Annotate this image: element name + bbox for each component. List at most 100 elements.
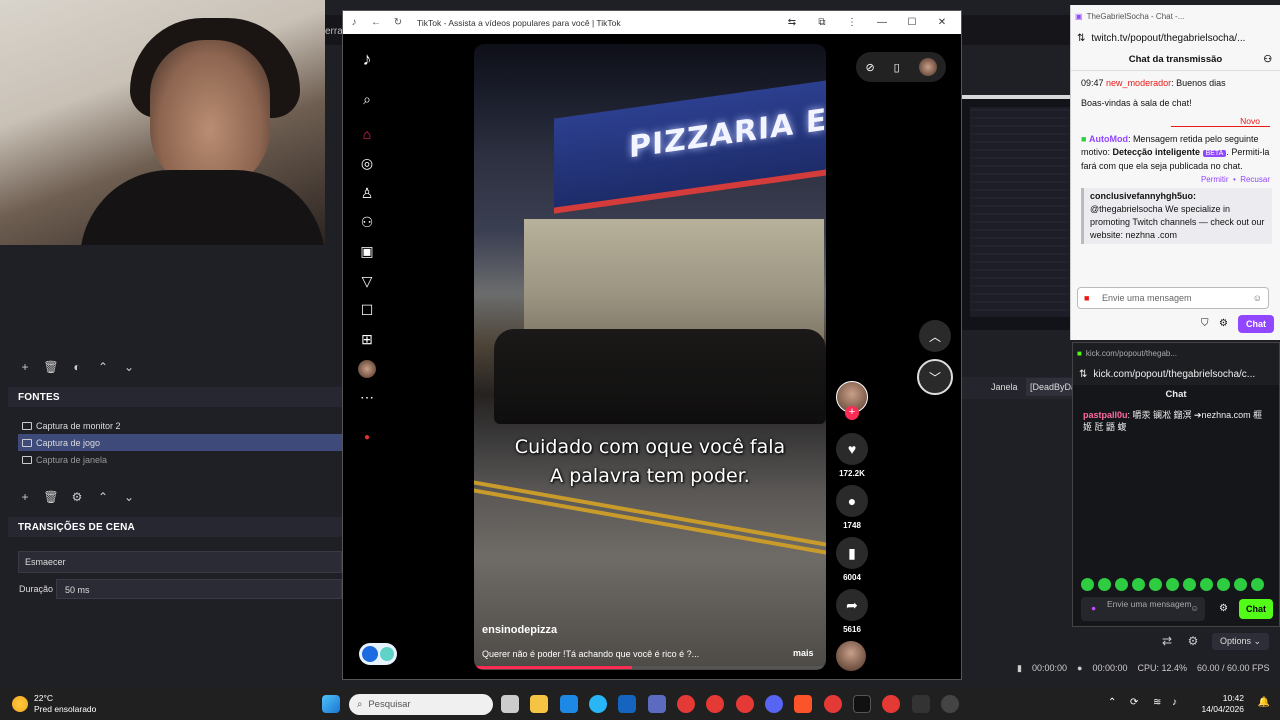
- task-view-icon[interactable]: [501, 695, 519, 713]
- windows-start-icon[interactable]: [322, 695, 340, 713]
- close-icon[interactable]: ✕: [927, 17, 957, 28]
- shield-icon[interactable]: ⛉: [1201, 318, 1209, 329]
- video-progress-bar[interactable]: [474, 666, 826, 669]
- chrome-icon[interactable]: [736, 695, 754, 713]
- chevron-up-icon[interactable]: ⌃: [1108, 697, 1116, 708]
- chrome-icon[interactable]: [706, 695, 724, 713]
- twitch-message-input[interactable]: ■ Envie uma mensagem ☺: [1077, 287, 1269, 309]
- chevron-down-icon[interactable]: ﹀: [917, 359, 953, 395]
- home-icon[interactable]: ⌂: [358, 125, 376, 143]
- search-icon[interactable]: ⌕: [358, 90, 376, 108]
- comment-icon[interactable]: ●: [836, 485, 868, 517]
- emote-icon[interactable]: [1217, 578, 1230, 591]
- twitch-chat-button[interactable]: Chat: [1238, 315, 1274, 333]
- site-info-icon[interactable]: ⇅: [1077, 33, 1085, 44]
- window-select[interactable]: [DeadByDay: [1026, 378, 1074, 396]
- emote-icon[interactable]: [1234, 578, 1247, 591]
- profile-avatar[interactable]: [358, 360, 376, 378]
- transition-select[interactable]: Esmaecer: [18, 551, 342, 573]
- twitch-url[interactable]: twitch.tv/popout/thegabrielsocha/...: [1091, 33, 1245, 44]
- filter-icon[interactable]: ◐: [70, 360, 84, 374]
- back-icon[interactable]: ←: [365, 17, 387, 28]
- messages-icon[interactable]: ▽: [358, 272, 376, 290]
- wifi-icon[interactable]: ≋: [1153, 697, 1161, 708]
- emote-icon[interactable]: [1251, 578, 1264, 591]
- chevron-down-icon[interactable]: ⌄: [122, 490, 136, 504]
- extensions-icon[interactable]: ⧉: [807, 17, 837, 28]
- save-action[interactable]: ▮ 6004: [836, 537, 868, 582]
- file-explorer-icon[interactable]: [530, 695, 548, 713]
- emote-icon[interactable]: [1183, 578, 1196, 591]
- comment-action[interactable]: ● 1748: [836, 485, 868, 530]
- discord-icon[interactable]: [765, 695, 783, 713]
- chevron-up-icon[interactable]: ⌃: [96, 360, 110, 374]
- trash-icon[interactable]: 🗑: [43, 490, 58, 504]
- emote-icon[interactable]: [1166, 578, 1179, 591]
- gear-icon[interactable]: ⚙: [70, 490, 84, 504]
- duration-input[interactable]: 50 ms: [56, 579, 342, 599]
- options-button[interactable]: Options ⌄: [1212, 632, 1270, 650]
- gear-icon[interactable]: ⚙: [1219, 318, 1228, 329]
- chevron-up-icon[interactable]: ⌃: [96, 490, 110, 504]
- more-link[interactable]: mais: [793, 648, 814, 658]
- system-clock[interactable]: 10:42 14/04/2026: [1201, 693, 1244, 715]
- volume-icon[interactable]: ♪: [1172, 697, 1177, 708]
- source-item[interactable]: Captura de monitor 2: [18, 417, 342, 434]
- emote-icon[interactable]: [1149, 578, 1162, 591]
- add-icon[interactable]: +: [18, 360, 32, 374]
- heart-icon[interactable]: ♥: [836, 433, 868, 465]
- mixer-icon[interactable]: ⇄: [1160, 634, 1174, 648]
- source-item[interactable]: Captura de jogo: [18, 434, 342, 451]
- site-info-icon[interactable]: ⇅: [1079, 369, 1087, 380]
- emote-icon[interactable]: [1115, 578, 1128, 591]
- more-icon[interactable]: ⋯: [358, 388, 376, 406]
- notifications-icon[interactable]: 🔔: [1258, 697, 1270, 708]
- live-avatars[interactable]: ●: [358, 429, 376, 447]
- gear-icon[interactable]: ⚙: [1186, 634, 1200, 648]
- chevron-up-icon[interactable]: ︿: [919, 320, 951, 352]
- following-icon[interactable]: ♙: [358, 184, 376, 202]
- allow-button[interactable]: Permitir: [1201, 175, 1229, 184]
- next-video-avatar[interactable]: [836, 641, 866, 671]
- emote-icon[interactable]: [1132, 578, 1145, 591]
- maximize-icon[interactable]: ☐: [897, 17, 927, 28]
- add-icon[interactable]: +: [18, 490, 32, 504]
- share-icon[interactable]: ➦: [836, 589, 868, 621]
- store-icon[interactable]: [618, 695, 636, 713]
- friends-icon[interactable]: ⚇: [358, 213, 376, 231]
- video-player[interactable]: PIZZARIA E R Cuidado com oque você fala …: [474, 44, 826, 670]
- kick-url[interactable]: kick.com/popout/thegabrielsocha/c...: [1093, 369, 1255, 380]
- translate-icon[interactable]: ⇆: [777, 17, 807, 28]
- tiktok-icon[interactable]: [853, 695, 871, 713]
- users-icon[interactable]: ⚇: [1263, 49, 1272, 71]
- emoji-icon[interactable]: ☺: [1190, 603, 1199, 613]
- explore-icon[interactable]: ◎: [358, 154, 376, 172]
- kick-message-input[interactable]: ● Envie uma mensagem ☺: [1081, 597, 1205, 621]
- activity-icon[interactable]: ☐: [358, 301, 376, 319]
- bookmark-icon[interactable]: ▮: [836, 537, 868, 569]
- follow-button[interactable]: +: [845, 406, 859, 420]
- share-action[interactable]: ➦ 5616: [836, 589, 868, 634]
- reload-icon[interactable]: ↻: [387, 17, 409, 28]
- compass-icon[interactable]: ⊘: [865, 61, 874, 74]
- chrome-icon[interactable]: [882, 695, 900, 713]
- phone-icon[interactable]: ▯: [894, 61, 900, 74]
- source-item[interactable]: Captura de janela: [18, 451, 342, 468]
- settings-icon[interactable]: [941, 695, 959, 713]
- user-avatar[interactable]: [918, 58, 937, 76]
- get-app-button[interactable]: [359, 643, 397, 665]
- sync-icon[interactable]: ⟳: [1130, 697, 1138, 708]
- chrome-icon[interactable]: [824, 695, 842, 713]
- taskbar-search[interactable]: ⌕ Pesquisar: [349, 694, 493, 715]
- emoji-icon[interactable]: ☺: [1253, 293, 1262, 303]
- edge-icon[interactable]: [589, 695, 607, 713]
- outlook-icon[interactable]: [560, 695, 578, 713]
- teams-icon[interactable]: [648, 695, 666, 713]
- emote-icon[interactable]: [1081, 578, 1094, 591]
- weather-widget[interactable]: 22°C Pred ensolarado: [12, 693, 96, 715]
- more-icon[interactable]: ⋮: [837, 17, 867, 28]
- brave-icon[interactable]: [794, 695, 812, 713]
- video-author[interactable]: ensinodepizza: [482, 624, 557, 636]
- gear-icon[interactable]: ⚙: [1219, 603, 1228, 614]
- tiktok-logo-icon[interactable]: ♪: [358, 50, 376, 68]
